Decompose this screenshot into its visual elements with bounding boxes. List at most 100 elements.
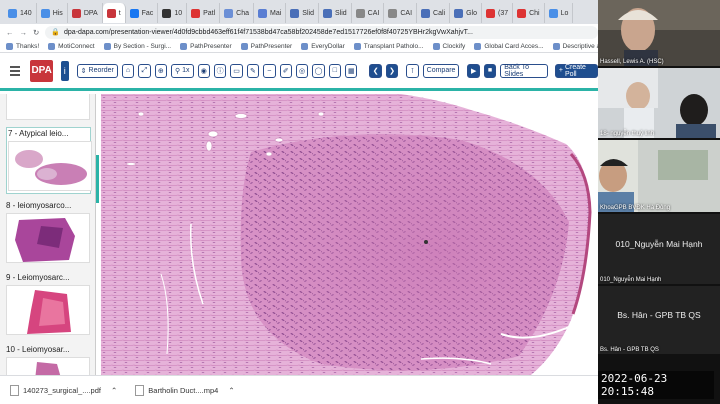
ruler-icon[interactable]: ⎯ <box>263 63 276 78</box>
bookmark-icon <box>474 42 482 50</box>
browser-tab[interactable]: Glo <box>450 3 482 23</box>
download-item[interactable]: Bartholin Duct....mp4 ⌃ <box>135 384 235 396</box>
video-icon[interactable]: ▶ <box>467 63 480 78</box>
tab-label: DPA <box>83 9 98 17</box>
slide-thumbnail <box>6 285 90 335</box>
download-filename: 140273_surgical_....pdf <box>23 385 101 395</box>
bookmark-label: MotiConnect <box>58 42 95 50</box>
bookmark-item[interactable]: EveryDollar <box>301 42 345 50</box>
browser-tab[interactable]: Patl <box>187 3 221 23</box>
url-text: dpa-dapa.com/presentation-viewer/4d0fd9c… <box>64 28 473 36</box>
participant-tile-3[interactable]: KhoaGPB BVĐK Hà Đông <box>598 140 720 212</box>
home-icon[interactable]: ⌂ <box>121 63 135 78</box>
video-call-panel: Hassell, Lewis A. (HSC) 18- nguyễn thuỷ … <box>598 0 720 404</box>
slide-thumbnail <box>6 94 90 120</box>
tab-label: Lo <box>560 9 569 17</box>
recording-timestamp: 2022-06-23 20:15:48 <box>598 371 714 399</box>
create-poll-button[interactable]: + Create Poll <box>554 63 599 78</box>
bookmark-item[interactable]: Transplant Patholo... <box>353 42 424 50</box>
bookmark-icon <box>301 42 309 50</box>
target-icon[interactable]: ◎ <box>295 63 309 78</box>
next-slide-icon[interactable]: ❯ <box>385 63 399 78</box>
slide-item-top-partial[interactable] <box>6 94 91 120</box>
zoom-in-icon[interactable]: ⊕ <box>154 63 168 78</box>
browser-tab[interactable]: Mai <box>254 3 287 23</box>
participant-name: KhoaGPB BVĐK Hà Đông <box>600 205 671 211</box>
browser-tab[interactable]: Chi <box>513 3 545 23</box>
attach-icon[interactable]: ⊺ <box>406 63 419 78</box>
browser-tab[interactable]: DPA <box>68 3 103 23</box>
participant-tile-2[interactable]: 18- nguyễn thuỷ linh <box>598 68 720 138</box>
slide-item-8[interactable]: 8 - leiomyosarco... <box>6 201 91 263</box>
bookmarks-bar: Thanks! MotiConnect By Section - Surgi... P… <box>0 40 598 53</box>
chevron-up-icon[interactable]: ⌃ <box>228 386 234 395</box>
participant-tile-5[interactable]: Bs. Hân - GPB TB QS Bs. Hân - GPB TB QS <box>598 286 720 354</box>
square-icon[interactable]: □ <box>328 63 342 78</box>
bookmark-item[interactable]: Global Card Acces... <box>474 42 544 50</box>
bookmark-item[interactable]: PathPresenter <box>240 42 292 50</box>
browser-tab[interactable]: Slid <box>319 3 352 23</box>
pen-icon[interactable]: ✎ <box>246 63 260 78</box>
browser-tab[interactable]: 10 <box>158 3 188 23</box>
compare-button[interactable]: Compare <box>422 63 460 78</box>
chevron-up-icon[interactable]: ⌃ <box>111 386 117 395</box>
browser-tab[interactable]: His <box>37 3 68 23</box>
browser-tab[interactable]: CAI <box>384 3 418 23</box>
participant-tile-1[interactable]: Hassell, Lewis A. (HSC) <box>598 0 720 66</box>
fullscreen-icon[interactable]: ⤢ <box>138 63 151 78</box>
tab-label: Cali <box>433 9 446 17</box>
participant-tile-4[interactable]: 010_Nguyễn Mai Hạnh 010_Nguyễn Mai Hạnh <box>598 214 720 284</box>
sidebar-scroll-handle[interactable] <box>96 155 99 203</box>
tab-label: (37 <box>497 9 509 17</box>
reorder-button[interactable]: ⇕ Reorder <box>76 63 118 78</box>
back-icon[interactable]: ← <box>6 28 14 37</box>
file-icon <box>10 384 19 396</box>
browser-tab[interactable]: Lo <box>545 3 574 23</box>
zoom-level-button[interactable]: ⚲ 1x <box>171 63 194 78</box>
slide-item-7[interactable]: 7 - Atypical leio... <box>6 127 92 194</box>
bookmark-item[interactable]: PathPresenter <box>180 42 232 50</box>
tab-favicon-icon <box>388 8 398 18</box>
browser-tab[interactable]: Fac <box>126 3 159 23</box>
slide-item-9[interactable]: 9 - Leiomyosarc... <box>6 273 91 335</box>
slide-label: 10 - Leiomyosar... <box>6 345 70 354</box>
download-item[interactable]: 140273_surgical_....pdf ⌃ <box>10 384 117 396</box>
info-icon[interactable]: i <box>60 60 69 81</box>
browser-tab[interactable]: Cha <box>220 3 255 23</box>
monitor-icon[interactable]: ▭ <box>230 63 243 78</box>
browser-tab[interactable]: t <box>102 3 126 23</box>
tab-label: Cha <box>236 9 250 17</box>
bookmark-item[interactable]: By Section - Surgi... <box>103 42 171 50</box>
info-circle-icon[interactable]: ⓘ <box>213 63 227 78</box>
bookmark-item[interactable]: Thanks! <box>6 42 40 50</box>
url-bar[interactable]: 🔒 dpa-dapa.com/presentation-viewer/4d0fd… <box>45 25 598 39</box>
browser-window: 140 His DPA t Fac 10 Patl Cha Mai Slid Slid CAI CAI C… <box>0 0 599 404</box>
plus-icon: + <box>558 67 563 74</box>
slide-viewer-canvas[interactable] <box>101 94 598 375</box>
camera-icon[interactable]: ◉ <box>197 63 210 78</box>
reload-icon[interactable]: ↻ <box>33 28 39 37</box>
viewer-toolbar: DPA i ⇕ Reorder ⌂ ⤢ ⊕ ⚲ 1x ◉ ⓘ ▭ ✎ ⎯ ✐ ◎… <box>0 53 599 91</box>
stop-icon[interactable]: ■ <box>483 63 497 78</box>
bookmark-item[interactable]: Clockify <box>432 42 465 50</box>
tab-favicon-icon <box>224 8 234 18</box>
prev-slide-icon[interactable]: ❮ <box>369 63 382 78</box>
back-to-slides-button[interactable]: Back To Slides <box>500 63 548 78</box>
browser-tab[interactable]: 140 <box>4 3 37 23</box>
grid-icon[interactable]: ▦ <box>345 63 358 78</box>
slide-label: 8 - leiomyosarco... <box>6 201 72 210</box>
bookmark-label: Thanks! <box>16 42 40 50</box>
circle-icon[interactable]: ◯ <box>312 63 325 78</box>
forward-icon[interactable]: → <box>20 28 28 37</box>
bookmark-item[interactable]: Descriptive a <box>552 42 598 50</box>
slide-thumbnail <box>6 357 90 375</box>
browser-tab[interactable]: Slid <box>286 3 319 23</box>
browser-tab[interactable]: (37 <box>482 3 514 23</box>
slide-item-10[interactable]: 10 - Leiomyosar... <box>6 345 91 375</box>
browser-tab[interactable]: Cali <box>417 3 451 23</box>
bookmark-label: PathPresenter <box>190 42 232 50</box>
draw-pencil-icon[interactable]: ✐ <box>279 63 292 78</box>
menu-icon[interactable] <box>10 65 21 76</box>
bookmark-item[interactable]: MotiConnect <box>48 42 95 50</box>
browser-tab[interactable]: CAI <box>352 3 385 23</box>
